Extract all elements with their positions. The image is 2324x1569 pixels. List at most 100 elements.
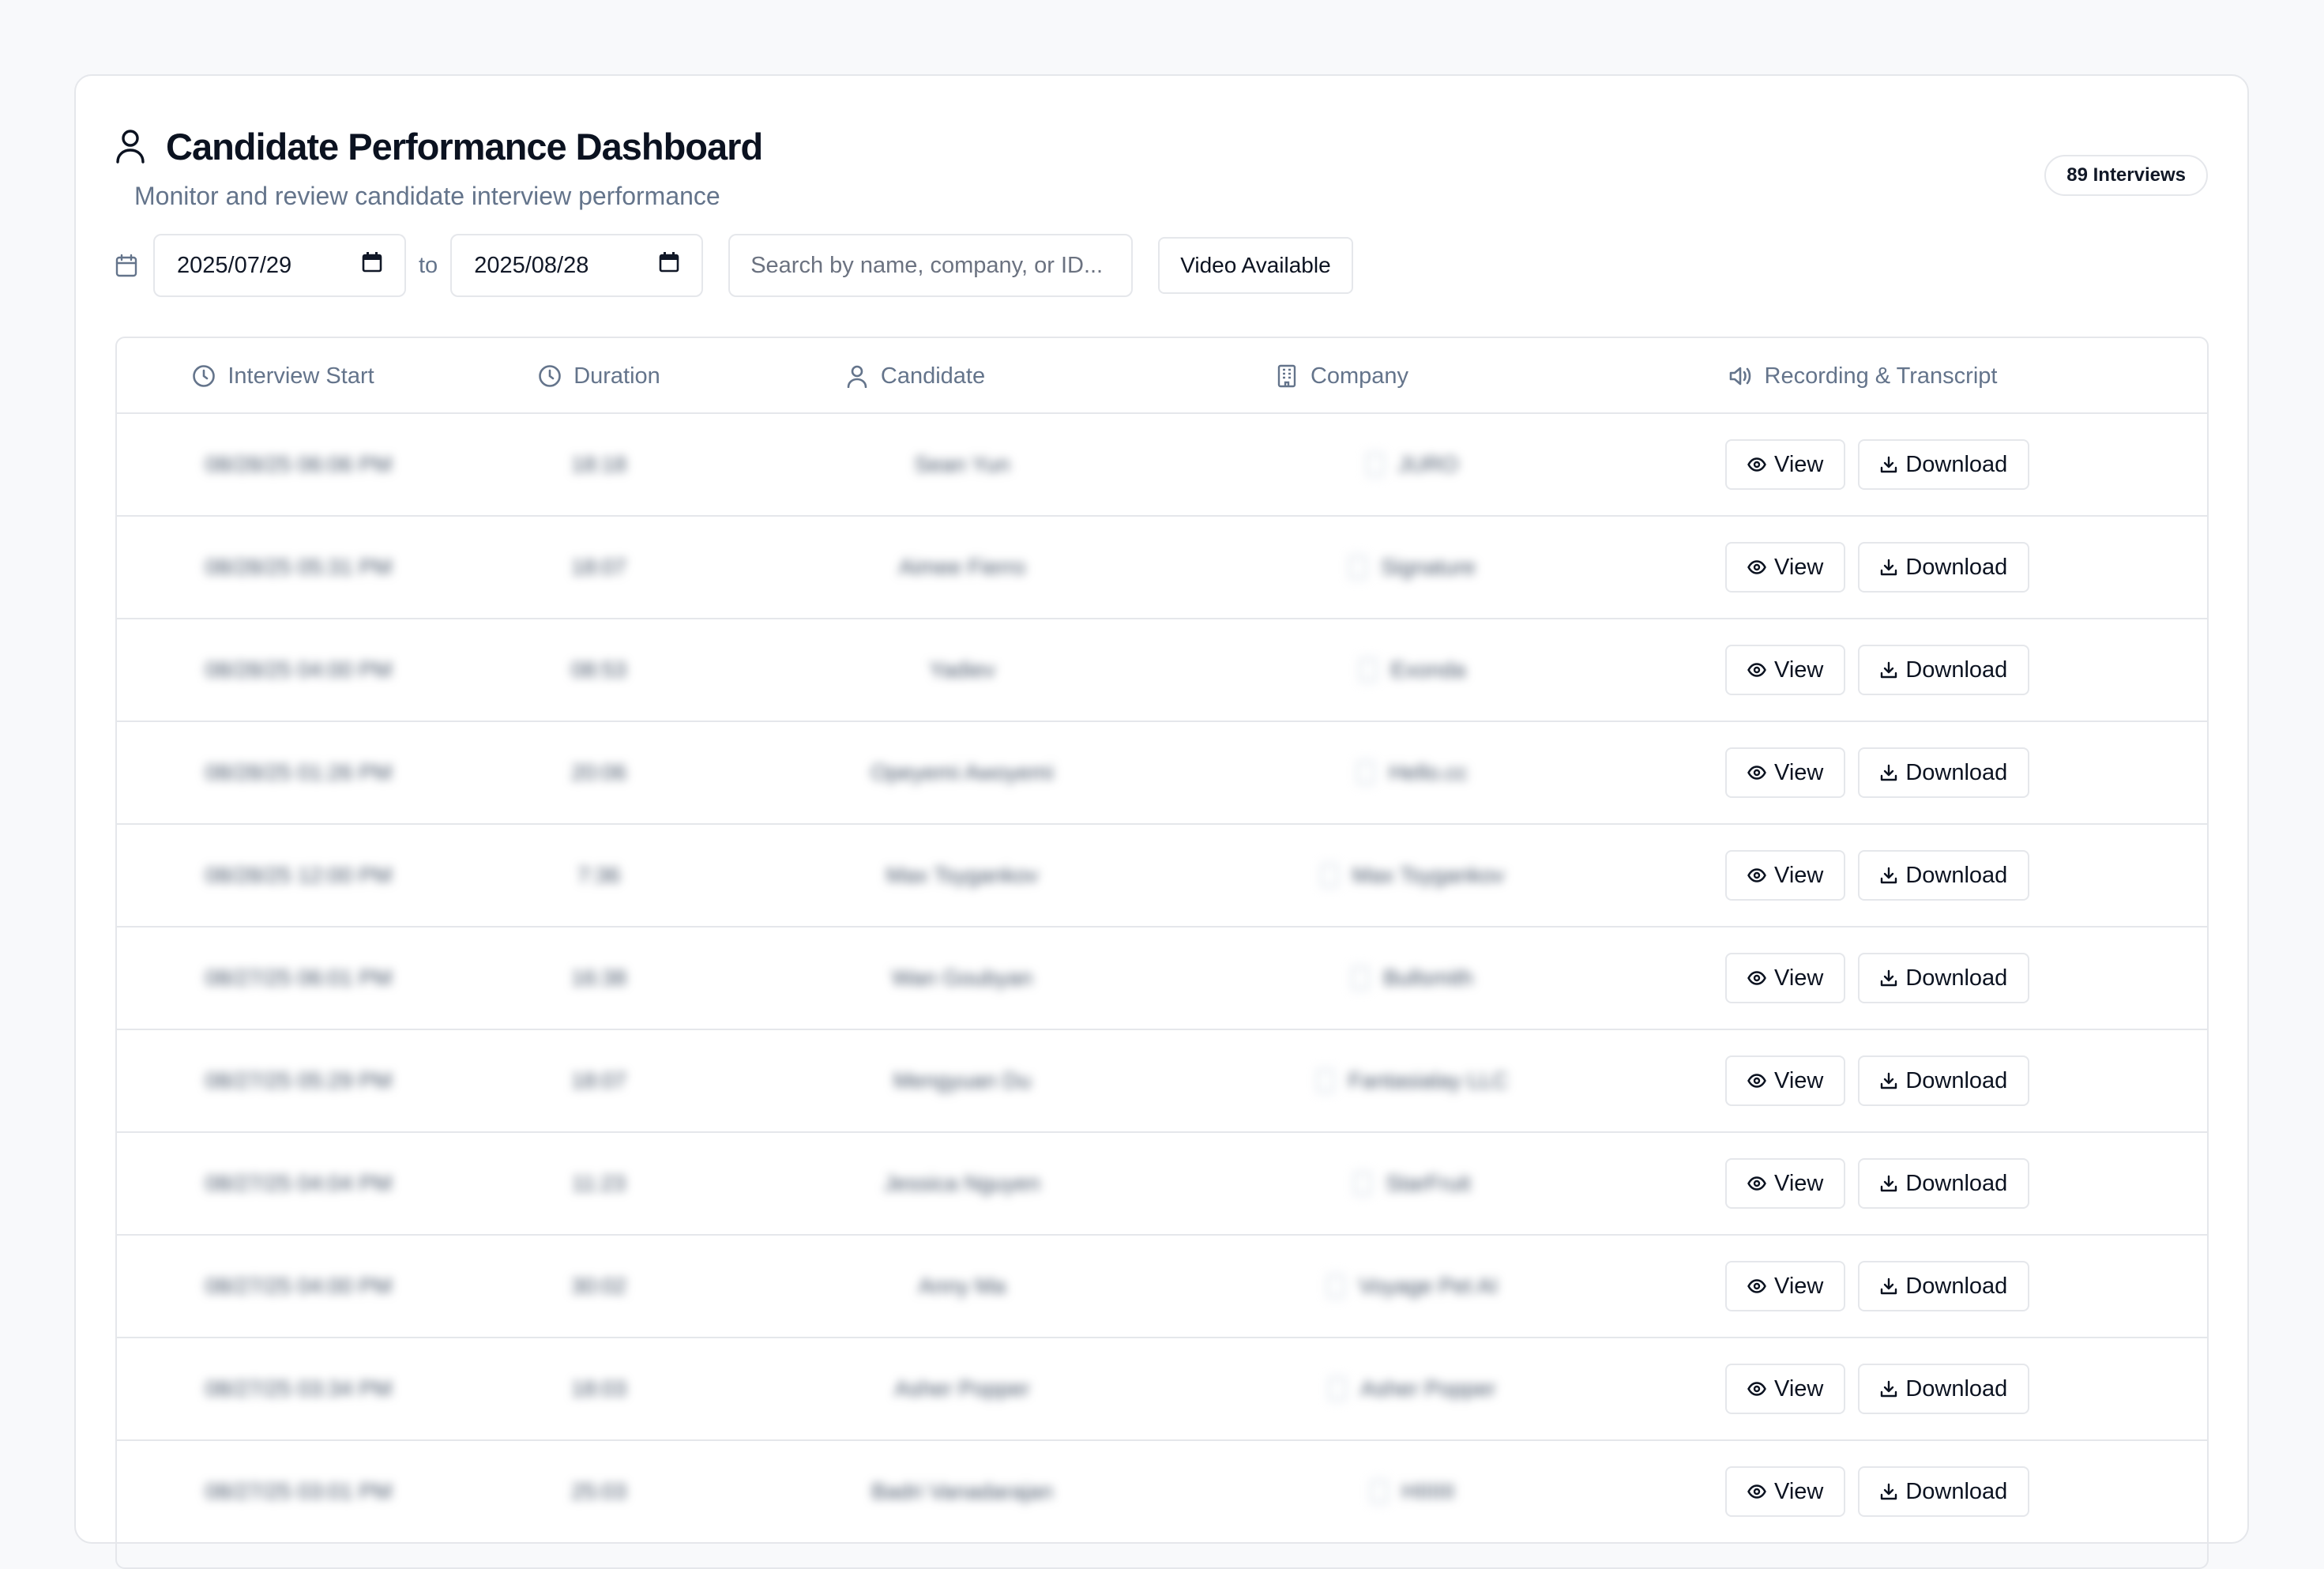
column-header-candidate[interactable]: Candidate xyxy=(812,338,1017,414)
table-row[interactable]: 08/27/25 06:01 PM 16:38 Wan Goubyan Bull… xyxy=(117,927,2207,1030)
column-header-company[interactable]: Company xyxy=(1239,338,1444,414)
date-from-input[interactable]: 2025/07/29 xyxy=(153,234,406,297)
column-header-interview-start[interactable]: Interview Start xyxy=(164,338,401,414)
user-icon xyxy=(115,127,150,165)
duration-cell: 08:53 xyxy=(570,657,627,682)
download-button[interactable]: Download xyxy=(1858,747,2030,798)
download-button[interactable]: Download xyxy=(1858,1466,2030,1517)
dashboard-card: Candidate Performance Dashboard Monitor … xyxy=(74,74,2249,1569)
download-label: Download xyxy=(1905,1170,2008,1196)
calendar-picker-icon[interactable] xyxy=(362,252,382,279)
interview-start-cell: 08/28/25 12:00 PM xyxy=(205,863,393,887)
eye-icon xyxy=(1747,1074,1766,1088)
view-button[interactable]: View xyxy=(1725,1261,1846,1311)
building-icon xyxy=(1359,658,1377,682)
view-button[interactable]: View xyxy=(1725,542,1846,593)
interview-start-cell: 08/28/25 05:31 PM xyxy=(205,555,393,579)
table-row[interactable]: 08/27/25 04:04 PM 11:23 Jessica Nguyen S… xyxy=(117,1133,2207,1236)
interview-count-badge: 89 Interviews xyxy=(2044,155,2208,196)
duration-cell: 20:06 xyxy=(570,760,627,784)
video-available-filter-button[interactable]: Video Available xyxy=(1158,237,1353,294)
download-button[interactable]: Download xyxy=(1858,1261,2030,1311)
download-icon xyxy=(1881,764,1897,781)
duration-cell: 18:07 xyxy=(570,1068,627,1093)
date-to-value: 2025/08/28 xyxy=(474,252,589,278)
interview-start-cell: 08/27/25 04:04 PM xyxy=(205,1171,393,1195)
view-button[interactable]: View xyxy=(1725,645,1846,695)
view-button[interactable]: View xyxy=(1725,953,1846,1003)
download-icon xyxy=(1881,1277,1897,1295)
duration-cell: 11:23 xyxy=(572,1171,626,1195)
calendar-picker-icon[interactable] xyxy=(659,252,679,279)
view-button[interactable]: View xyxy=(1725,747,1846,798)
company-cell: Asher Popper xyxy=(1239,1338,1586,1439)
candidate-cell: Aimee Fierro xyxy=(898,555,1026,579)
row-actions: View Download xyxy=(1725,1236,2030,1337)
interview-start-cell: 08/27/25 05:29 PM xyxy=(205,1068,393,1093)
candidate-cell: Opeyemi Awoyemi xyxy=(871,760,1054,784)
search-input[interactable]: Search by name, company, or ID... xyxy=(728,234,1134,297)
table-row[interactable]: 08/28/25 05:31 PM 18:07 Aimee Fierro Sig… xyxy=(117,517,2207,619)
view-label: View xyxy=(1774,554,1824,580)
duration-cell: 18:03 xyxy=(570,1376,627,1401)
download-icon xyxy=(1881,1175,1897,1192)
building-icon xyxy=(1349,555,1367,579)
interview-start-cell: 08/28/25 06:06 PM xyxy=(205,452,393,476)
table-row[interactable]: 08/28/25 12:00 PM 7:36 Max Tsygankov Max… xyxy=(117,825,2207,927)
download-button[interactable]: Download xyxy=(1858,439,2030,490)
download-icon xyxy=(1881,661,1897,679)
company-cell: HIIIIII xyxy=(1239,1441,1586,1542)
clock-icon xyxy=(537,363,562,389)
table-row[interactable]: 08/27/25 04:00 PM 30:02 Anny Ma Voyage P… xyxy=(117,1236,2207,1338)
page-subtitle: Monitor and review candidate interview p… xyxy=(134,182,720,210)
table-row[interactable]: 08/28/25 01:26 PM 20:06 Opeyemi Awoyemi … xyxy=(117,722,2207,825)
company-cell: Bullsmith xyxy=(1239,927,1586,1029)
download-button[interactable]: Download xyxy=(1858,1364,2030,1414)
download-button[interactable]: Download xyxy=(1858,645,2030,695)
download-label: Download xyxy=(1905,1478,2008,1504)
date-range-separator: to xyxy=(419,252,438,278)
download-button[interactable]: Download xyxy=(1858,542,2030,593)
column-header-duration[interactable]: Duration xyxy=(512,338,686,414)
view-label: View xyxy=(1774,862,1824,888)
download-button[interactable]: Download xyxy=(1858,1158,2030,1209)
download-button[interactable]: Download xyxy=(1858,850,2030,901)
company-cell: Hello.cc xyxy=(1239,722,1586,823)
view-button[interactable]: View xyxy=(1725,439,1846,490)
row-actions: View Download xyxy=(1725,825,2030,926)
building-icon xyxy=(1327,1274,1345,1298)
table-row[interactable]: 08/27/25 03:01 PM 25:03 Badri Vanadaraja… xyxy=(117,1441,2207,1544)
building-icon xyxy=(1316,1069,1334,1093)
company-cell: Signature xyxy=(1239,517,1586,618)
building-icon xyxy=(1320,864,1338,887)
view-button[interactable]: View xyxy=(1725,1466,1846,1517)
view-button[interactable]: View xyxy=(1725,1158,1846,1209)
view-button[interactable]: View xyxy=(1725,1055,1846,1106)
download-button[interactable]: Download xyxy=(1858,1055,2030,1106)
duration-cell: 25:03 xyxy=(570,1479,627,1503)
table-row[interactable]: 08/28/25 04:00 PM 08:53 Yadiev Exonda Vi… xyxy=(117,619,2207,722)
view-button[interactable]: View xyxy=(1725,850,1846,901)
interview-start-cell: 08/28/25 01:26 PM xyxy=(205,760,393,784)
company-cell: JURO xyxy=(1239,414,1586,515)
column-label: Duration xyxy=(573,363,660,389)
eye-icon xyxy=(1747,1176,1766,1191)
building-icon xyxy=(1366,453,1384,476)
table-row[interactable]: 08/27/25 03:34 PM 18:03 Asher Popper Ash… xyxy=(117,1338,2207,1441)
row-actions: View Download xyxy=(1725,517,2030,618)
table-row[interactable]: 08/28/25 06:06 PM 18:18 Sean Yun JURO Vi… xyxy=(117,414,2207,517)
date-to-input[interactable]: 2025/08/28 xyxy=(450,234,704,297)
duration-cell: 7:36 xyxy=(577,863,621,887)
speaker-icon xyxy=(1728,363,1754,389)
download-button[interactable]: Download xyxy=(1858,953,2030,1003)
download-icon xyxy=(1881,867,1897,884)
view-button[interactable]: View xyxy=(1725,1364,1846,1414)
view-label: View xyxy=(1774,451,1824,477)
download-icon xyxy=(1881,456,1897,473)
table-body: 08/28/25 06:06 PM 18:18 Sean Yun JURO Vi… xyxy=(117,414,2207,1544)
eye-icon xyxy=(1747,1382,1766,1396)
column-header-recording[interactable]: Recording & Transcript xyxy=(1705,338,2021,414)
user-icon xyxy=(844,363,870,389)
table-row[interactable]: 08/27/25 05:29 PM 18:07 Mengyuan Du Fant… xyxy=(117,1030,2207,1133)
duration-cell: 30:02 xyxy=(570,1274,627,1298)
